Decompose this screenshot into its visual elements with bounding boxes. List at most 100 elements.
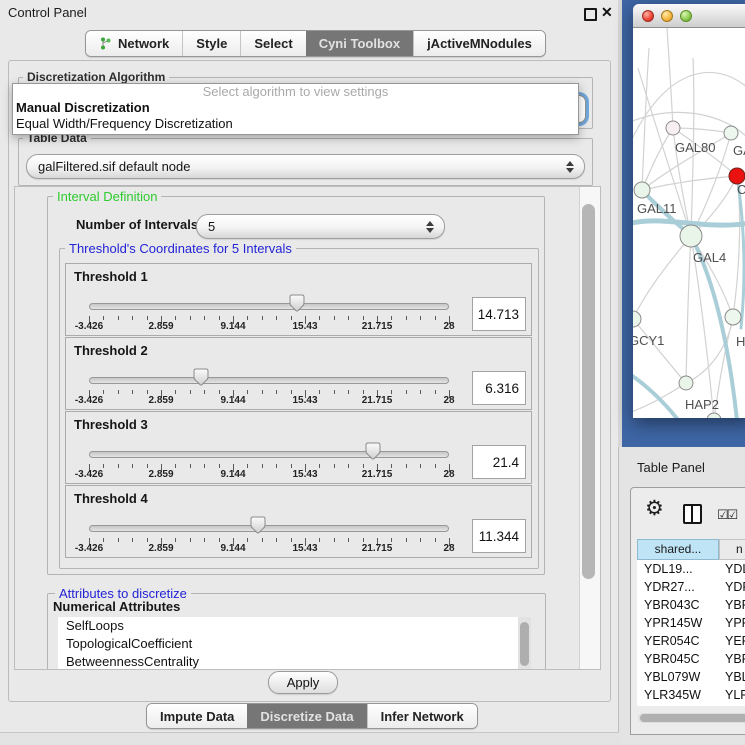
tick-label: -3.426 bbox=[75, 395, 103, 406]
tab-network[interactable]: Network bbox=[86, 31, 182, 56]
tick-mark bbox=[118, 316, 119, 320]
tab-discretize-data[interactable]: Discretize Data bbox=[247, 704, 366, 728]
slider-thumb[interactable] bbox=[365, 442, 381, 460]
tick-mark bbox=[319, 316, 320, 320]
attribute-item-selfloops[interactable]: SelfLoops bbox=[58, 617, 518, 635]
tick-mark bbox=[204, 538, 205, 542]
attribute-item-topologicalcoefficient[interactable]: TopologicalCoefficient bbox=[58, 635, 518, 653]
slider-track[interactable] bbox=[89, 451, 449, 458]
threshold-coordinates-title: Threshold's Coordinates for 5 Intervals bbox=[65, 241, 296, 256]
attribute-item-betweennesscentrality[interactable]: BetweennessCentrality bbox=[58, 653, 518, 669]
table-row[interactable]: YDR27...YDR2 bbox=[637, 578, 745, 596]
slider-track[interactable] bbox=[89, 525, 449, 532]
tick-mark bbox=[319, 390, 320, 394]
close-traffic-light-icon[interactable] bbox=[642, 10, 654, 22]
table-row[interactable]: YPR145WYPR1 bbox=[637, 614, 745, 632]
algorithm-option-equal-width-frequency-discretization[interactable]: Equal Width/Frequency Discretization bbox=[13, 116, 578, 132]
number-of-intervals-label: Number of Intervals bbox=[76, 217, 198, 232]
slider-thumb[interactable] bbox=[193, 368, 209, 386]
threshold-2-box: Threshold 2-3.4262.8599.14415.4321.71528… bbox=[65, 337, 532, 410]
tick-label: 9.144 bbox=[220, 543, 245, 554]
select-columns-icon[interactable]: ☑☑ bbox=[717, 507, 736, 523]
threshold-value-field[interactable]: 21.4 bbox=[472, 445, 526, 479]
network-node[interactable] bbox=[634, 182, 650, 198]
table-data-combobox[interactable]: galFiltered.sif default node bbox=[26, 154, 585, 179]
table-row[interactable]: YBR043CYBR0 bbox=[637, 596, 745, 614]
table-row[interactable]: YLR345WYLR3 bbox=[637, 686, 745, 704]
main-scrollbar-thumb[interactable] bbox=[582, 204, 595, 579]
stepper-icon bbox=[426, 221, 434, 233]
tab-impute-data[interactable]: Impute Data bbox=[147, 704, 247, 728]
gear-icon[interactable]: ⚙ bbox=[645, 496, 664, 521]
tab-cyni-toolbox[interactable]: Cyni Toolbox bbox=[306, 31, 413, 56]
column-header-name[interactable]: n bbox=[719, 539, 745, 560]
tick-mark bbox=[406, 390, 407, 394]
screen: Control Panel ✕ Network StyleSelectCyni T… bbox=[0, 0, 745, 745]
table-row[interactable]: YDL19...YDL1 bbox=[637, 560, 745, 578]
slider-thumb[interactable] bbox=[289, 294, 305, 312]
tab-infer-network[interactable]: Infer Network bbox=[367, 704, 477, 728]
table-row[interactable]: YBR045CYBR0 bbox=[637, 650, 745, 668]
threshold-label: Threshold 2 bbox=[74, 343, 148, 358]
float-window-icon[interactable] bbox=[584, 8, 597, 21]
table-hscrollbar-thumb[interactable] bbox=[640, 714, 745, 722]
table-row[interactable]: YBL079WYBL0 bbox=[637, 668, 745, 686]
network-canvas[interactable]: GAL80GACGAL11GAL4GCY1HHAP2 bbox=[633, 28, 745, 418]
network-node[interactable] bbox=[679, 376, 693, 390]
tick-label: 28 bbox=[443, 543, 454, 554]
network-node[interactable] bbox=[633, 311, 641, 327]
cell-name: YDR2 bbox=[725, 578, 745, 596]
column-manager-icon[interactable] bbox=[683, 504, 702, 524]
zoom-traffic-light-icon[interactable] bbox=[680, 10, 692, 22]
slider-thumb[interactable] bbox=[250, 516, 266, 534]
slider-track[interactable] bbox=[89, 303, 449, 310]
tick-label: 9.144 bbox=[220, 321, 245, 332]
tick-mark bbox=[276, 538, 277, 542]
table-row[interactable]: YIL05...YIL0 bbox=[637, 704, 745, 706]
table-hscrollbar-track[interactable] bbox=[638, 713, 745, 723]
table-row[interactable]: YER054CYER0 bbox=[637, 632, 745, 650]
network-window-titlebar bbox=[633, 4, 745, 28]
threshold-value-field[interactable]: 6.316 bbox=[472, 371, 526, 405]
threshold-3-box: Threshold 3-3.4262.8599.14415.4321.71528… bbox=[65, 411, 532, 484]
column-header-shared-name[interactable]: shared... bbox=[637, 539, 719, 560]
tick-mark bbox=[435, 538, 436, 542]
minimize-traffic-light-icon[interactable] bbox=[661, 10, 673, 22]
network-node[interactable] bbox=[725, 309, 741, 325]
threshold-value-field[interactable]: 14.713 bbox=[472, 297, 526, 331]
network-node[interactable] bbox=[707, 413, 721, 418]
number-of-intervals-combobox[interactable]: 5 bbox=[196, 214, 445, 239]
tab-jactivemnodules[interactable]: jActiveMNodules bbox=[413, 31, 545, 56]
tick-mark bbox=[103, 464, 104, 468]
threshold-4-box: Threshold 4-3.4262.8599.14415.4321.71528… bbox=[65, 485, 532, 558]
algorithm-option-manual-discretization[interactable]: Manual Discretization bbox=[13, 100, 578, 116]
network-node-label: HAP2 bbox=[685, 397, 719, 412]
tick-mark bbox=[103, 538, 104, 542]
tick-mark bbox=[219, 464, 220, 468]
apply-button[interactable]: Apply bbox=[268, 671, 338, 694]
control-panel-titlebar: Control Panel ✕ bbox=[0, 0, 618, 26]
cell-name: YDL1 bbox=[725, 560, 745, 578]
cell-name: YBR0 bbox=[725, 650, 745, 668]
tick-label: 2.859 bbox=[148, 543, 173, 554]
tab-style[interactable]: Style bbox=[182, 31, 240, 56]
tick-mark bbox=[420, 316, 421, 320]
attributes-scrollbar-thumb[interactable] bbox=[520, 622, 529, 666]
network-node[interactable] bbox=[724, 126, 738, 140]
tab-label: Network bbox=[118, 36, 169, 51]
network-edge bbox=[686, 236, 691, 383]
close-icon[interactable]: ✕ bbox=[601, 4, 613, 21]
slider-track[interactable] bbox=[89, 377, 449, 384]
tab-select[interactable]: Select bbox=[240, 31, 305, 56]
tick-mark bbox=[147, 316, 148, 320]
control-panel-title: Control Panel bbox=[8, 0, 87, 26]
algorithm-option-placeholder[interactable]: Select algorithm to view settings bbox=[13, 84, 578, 100]
network-node[interactable] bbox=[680, 225, 702, 247]
tick-mark bbox=[190, 538, 191, 542]
tick-label: 15.43 bbox=[292, 321, 317, 332]
tick-mark bbox=[132, 390, 133, 394]
threshold-value-field[interactable]: 11.344 bbox=[472, 519, 526, 553]
tick-label: 2.859 bbox=[148, 395, 173, 406]
settings-scrollpane: Interval Definition Number of Intervals … bbox=[14, 186, 601, 670]
network-node[interactable] bbox=[666, 121, 680, 135]
